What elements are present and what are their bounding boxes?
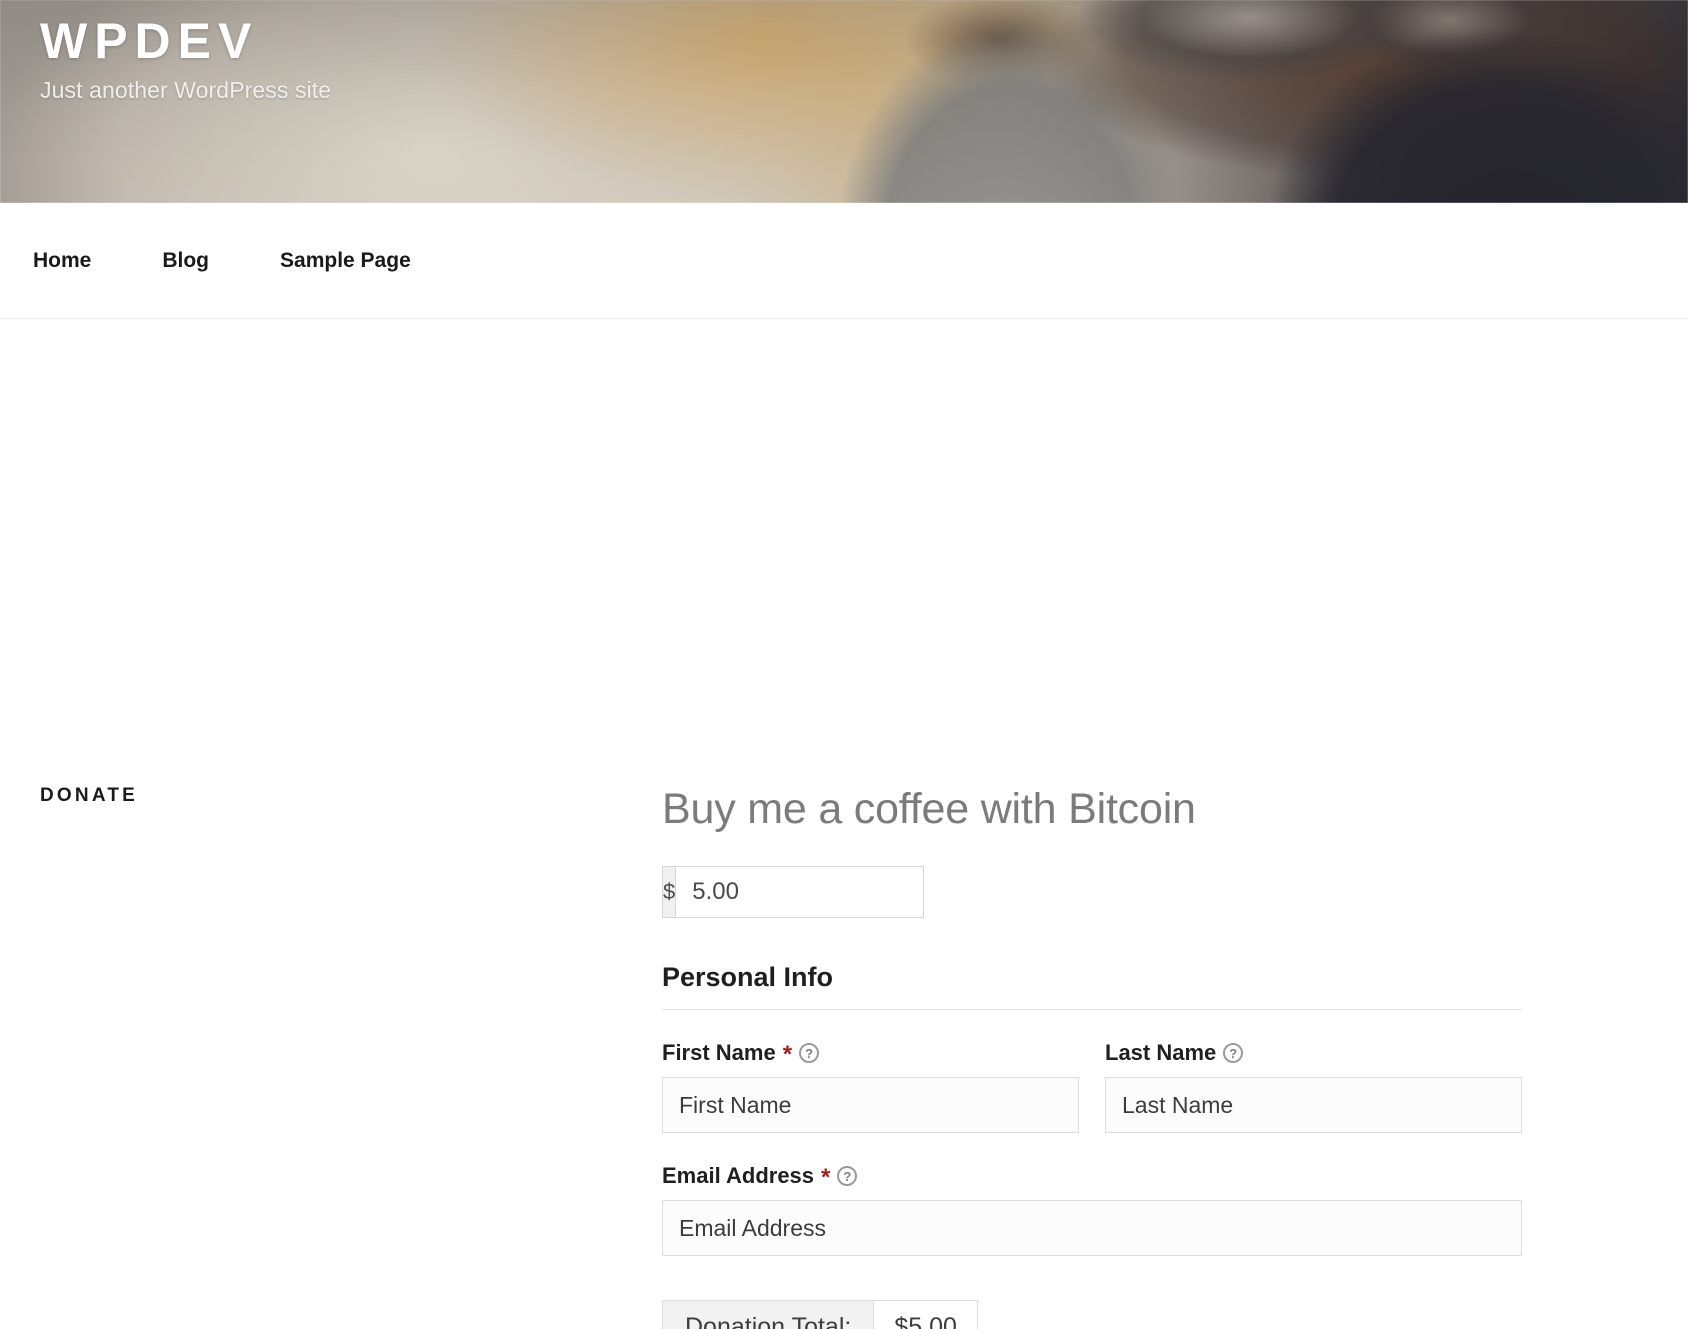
- first-name-label-text: First Name: [662, 1040, 776, 1066]
- last-name-input[interactable]: [1105, 1077, 1522, 1134]
- last-name-label-text: Last Name: [1105, 1040, 1217, 1066]
- section-divider: [662, 1009, 1522, 1011]
- main-content: DONATE Buy me a coffee with Bitcoin $ Pe…: [0, 319, 1688, 1329]
- site-header: WPDEV Just another WordPress site: [0, 0, 1688, 203]
- donation-total: Donation Total: $5.00: [662, 1300, 978, 1329]
- help-icon[interactable]: ?: [1223, 1043, 1244, 1064]
- site-title[interactable]: WPDEV: [40, 14, 331, 68]
- donation-form: Buy me a coffee with Bitcoin $ Personal …: [662, 785, 1522, 1329]
- nav-item-blog[interactable]: Blog: [162, 249, 209, 273]
- site-tagline: Just another WordPress site: [40, 77, 332, 103]
- nav-item-home[interactable]: Home: [33, 249, 91, 273]
- personal-info-heading: Personal Info: [662, 962, 834, 993]
- page-root: WPDEV Just another WordPress site Home B…: [0, 0, 1688, 1329]
- primary-navigation: Home Blog Sample Page: [0, 203, 1688, 319]
- donation-total-amount: $5.00: [874, 1301, 977, 1329]
- email-field-row: Email Address * ?: [662, 1163, 1522, 1257]
- help-icon[interactable]: ?: [799, 1043, 820, 1064]
- email-input[interactable]: [662, 1200, 1522, 1257]
- sidebar-heading-donate: DONATE: [40, 785, 139, 806]
- last-name-label: Last Name ?: [1105, 1040, 1522, 1066]
- amount-input[interactable]: [676, 867, 1003, 918]
- name-fields-row: First Name * ? Last Name ?: [662, 1040, 1522, 1134]
- email-label-text: Email Address: [662, 1163, 815, 1189]
- header-branding: WPDEV Just another WordPress site: [40, 14, 331, 104]
- first-name-field-group: First Name * ?: [662, 1040, 1079, 1134]
- email-label: Email Address * ?: [662, 1163, 1522, 1192]
- required-asterisk: *: [821, 1164, 831, 1192]
- nav-list: Home Blog Sample Page: [33, 203, 411, 319]
- nav-item-sample-page[interactable]: Sample Page: [280, 249, 411, 273]
- first-name-label: First Name * ?: [662, 1040, 1079, 1069]
- form-title: Buy me a coffee with Bitcoin: [662, 785, 1196, 833]
- donation-amount-field[interactable]: $: [662, 866, 1003, 919]
- required-asterisk: *: [782, 1041, 793, 1069]
- donation-total-label: Donation Total:: [663, 1301, 875, 1329]
- help-icon[interactable]: ?: [837, 1166, 858, 1187]
- last-name-field-group: Last Name ?: [1105, 1040, 1522, 1134]
- first-name-input[interactable]: [662, 1077, 1079, 1134]
- currency-symbol: $: [663, 867, 677, 918]
- email-field-group: Email Address * ?: [662, 1163, 1522, 1257]
